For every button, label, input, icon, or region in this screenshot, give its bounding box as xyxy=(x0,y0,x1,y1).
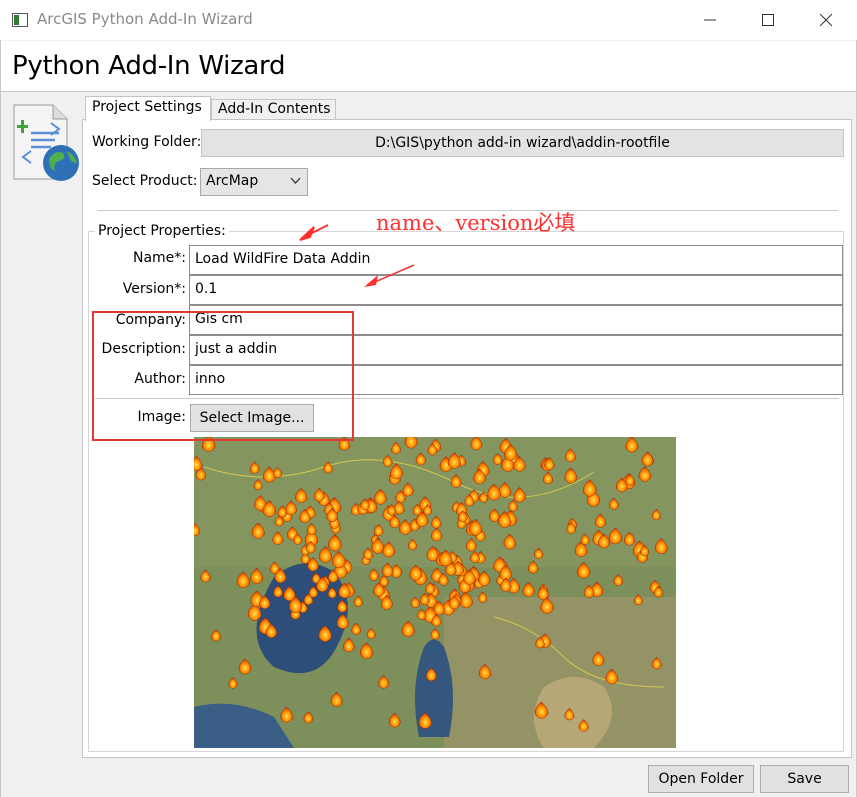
close-icon xyxy=(820,14,832,26)
highlight-box xyxy=(92,311,354,441)
maximize-button[interactable] xyxy=(739,0,797,40)
window-title: ArcGIS Python Add-In Wizard xyxy=(37,10,253,28)
name-label: Name*: xyxy=(132,250,186,266)
minimize-button[interactable] xyxy=(681,0,739,40)
close-button[interactable] xyxy=(797,0,855,40)
tab-project-settings[interactable]: Project Settings xyxy=(85,96,211,121)
maximize-icon xyxy=(762,14,774,26)
working-folder-field[interactable]: D:\GIS\python add-in wizard\addin-rootfi… xyxy=(201,129,844,157)
product-select[interactable]: ArcMap xyxy=(200,168,308,196)
save-button[interactable]: Save xyxy=(760,765,849,793)
product-select-value: ArcMap xyxy=(206,173,259,189)
project-properties-legend: Project Properties: xyxy=(95,223,229,239)
open-folder-button[interactable]: Open Folder xyxy=(648,765,754,793)
version-label: Version*: xyxy=(122,281,186,297)
tab-addin-contents[interactable]: Add-In Contents xyxy=(211,99,336,120)
wildfire-map-preview xyxy=(189,432,676,748)
minimize-icon xyxy=(704,19,716,21)
chevron-down-icon xyxy=(290,177,301,184)
working-folder-label: Working Folder: xyxy=(92,134,202,150)
annotation-arrows xyxy=(280,215,440,295)
app-icon xyxy=(12,12,28,28)
select-product-label: Select Product: xyxy=(92,173,198,189)
wizard-heading: Python Add-In Wizard xyxy=(12,51,286,81)
python-addin-globe-icon xyxy=(11,103,81,183)
